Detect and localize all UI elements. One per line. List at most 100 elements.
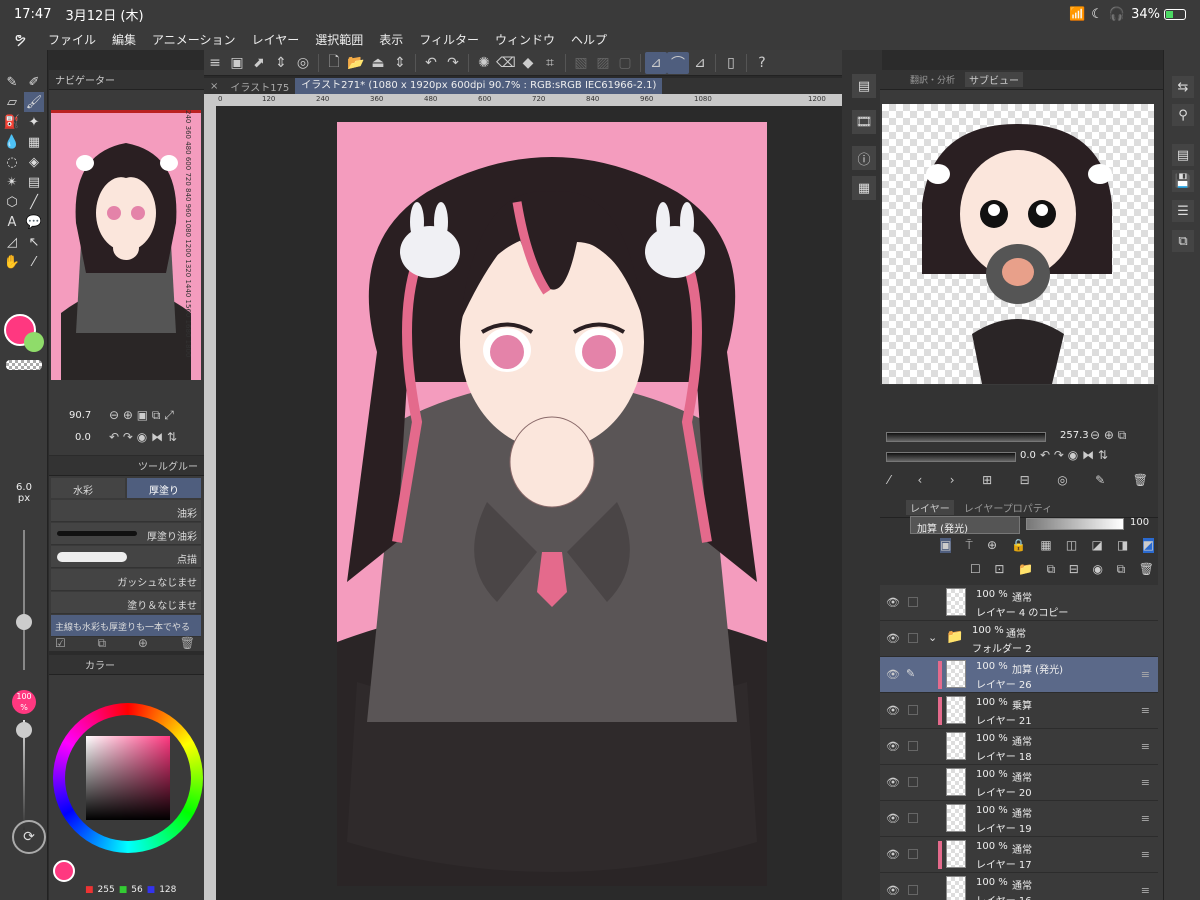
layer-menu-icon[interactable]: ≡ (1141, 668, 1150, 681)
info-icon[interactable]: ⓘ (852, 146, 876, 170)
save-stepper-icon[interactable]: ⇕ (389, 52, 411, 74)
subview-zoom-icons[interactable]: ⊖ ⊕ ⧉ (1090, 428, 1126, 443)
layer-menu-icon[interactable]: ≡ (1141, 884, 1150, 897)
clear-icon[interactable]: ⌫ (495, 52, 517, 74)
curve-snap-icon[interactable]: ⌒ (667, 51, 689, 74)
hand-icon[interactable]: ✋ (2, 252, 22, 272)
undo-icon[interactable]: ↶ (420, 52, 442, 74)
grid-icon[interactable]: ▦ (24, 132, 44, 152)
tab-close-icon[interactable]: × (204, 81, 224, 92)
layer-menu-icon[interactable]: ≡ (1141, 704, 1150, 717)
blend-mode-select[interactable]: 加算 (発光) (910, 516, 1020, 535)
layer-menu-icon[interactable]: ≡ (1141, 848, 1150, 861)
layer-row[interactable]: 👁100 %通常レイヤー 16≡ (880, 873, 1158, 900)
quick-access-icon[interactable]: ⟳ (12, 820, 46, 854)
eye-icon[interactable]: 👁 (886, 704, 900, 717)
zoom-icons[interactable]: ⊖ ⊕ ▣ ⧉ ⤢ (109, 408, 174, 423)
eye-icon[interactable]: 👁 (886, 848, 900, 861)
eyedropper-icon[interactable]: ⁄ (24, 252, 44, 272)
perspective-snap-icon[interactable]: ⊿ (689, 52, 711, 74)
wand-icon[interactable]: ✴ (2, 172, 22, 192)
deselect-icon[interactable]: ▧ (570, 52, 592, 74)
eye-icon[interactable]: 👁 (886, 884, 900, 897)
bucket-icon[interactable]: ◈ (24, 152, 44, 172)
menu-layer[interactable]: レイヤー (244, 31, 308, 48)
cube-icon[interactable]: ⬡ (2, 192, 22, 212)
color-current-swatch[interactable] (53, 860, 75, 882)
layer-opacity-slider[interactable] (1026, 518, 1124, 530)
canvas-tab-1[interactable]: イラスト175 (224, 79, 295, 94)
eye-icon[interactable]: 👁 (886, 776, 900, 789)
menu-selection[interactable]: 選択範囲 (307, 31, 371, 48)
tab-thick-paint[interactable]: 厚塗り (127, 478, 201, 498)
floppy-icon[interactable]: 💾 (1172, 170, 1194, 192)
brush-size-slider-track[interactable] (23, 530, 25, 670)
loading-icon[interactable]: ✺ (473, 52, 495, 74)
layer-panel-icon[interactable]: ▤ (852, 74, 876, 98)
eye-icon[interactable]: 👁 (886, 740, 900, 753)
new-file-icon[interactable]: 🗋 (323, 52, 345, 74)
brush-icon[interactable]: 🖌 (24, 92, 44, 112)
sparkle-icon[interactable]: ✦ (24, 112, 44, 132)
subview-nav-icons[interactable]: ⁄ ‹ › ⊞ ⊟ ◎ ✎ 🗑 (888, 473, 1148, 487)
pen-icon[interactable]: ✎ (2, 72, 22, 92)
menu-help[interactable]: ヘルプ (563, 31, 615, 48)
tab-analysis[interactable]: 翻訳・分析 (906, 73, 959, 86)
fill-icon[interactable]: ◆ (517, 52, 539, 74)
brush-size-slider-handle[interactable] (16, 614, 32, 630)
text-icon[interactable]: A (2, 212, 22, 232)
animation-icon[interactable]: 🎞 (852, 110, 876, 134)
subtool-actions[interactable]: ☑ ⧉ ⊕ 🗑 (55, 636, 195, 651)
hue-ring[interactable] (53, 703, 203, 853)
layer-action-icons[interactable]: ☐ ⊡ 📁 ⧉ ⊟ ◉ ⧉ 🗑 (970, 562, 1154, 577)
tab-subview[interactable]: サブビュー (965, 72, 1024, 87)
subview-angle-slider[interactable] (886, 452, 1016, 462)
tab-layer-property[interactable]: レイヤープロパティ (960, 500, 1057, 515)
line-icon[interactable]: ╱ (24, 192, 44, 212)
layer-menu-icon[interactable]: ≡ (1141, 812, 1150, 825)
menu-file[interactable]: ファイル (40, 31, 104, 48)
blend-icon[interactable]: 💧 (2, 132, 22, 152)
menu-view[interactable]: 表示 (371, 31, 411, 48)
tab-watercolor[interactable]: 水彩 (51, 478, 125, 498)
device-icon[interactable]: ▯ (720, 52, 742, 74)
hamburger-icon[interactable]: ≡ (204, 52, 226, 74)
eye-icon[interactable]: 👁 (886, 632, 900, 645)
frame-icon[interactable]: ◿ (2, 232, 22, 252)
rotate-icons[interactable]: ↶ ↷ ◉ ⧓ ⇅ (109, 430, 177, 444)
layer-row[interactable]: 👁 100 % 通常 レイヤー 19 ≡ (880, 801, 1158, 837)
menu-animation[interactable]: アニメーション (144, 31, 244, 48)
border-icon[interactable]: ▢ (614, 52, 636, 74)
tab-layer[interactable]: レイヤー (906, 500, 954, 515)
sub-color-swatch[interactable] (24, 332, 44, 352)
eye-icon[interactable]: 👁 (886, 596, 900, 609)
swap-icon[interactable]: ⇆ (1172, 76, 1194, 98)
brush-item[interactable]: 塗り＆なじませ (51, 592, 201, 614)
transform-icon[interactable]: ⌗ (539, 52, 561, 74)
subview-zoom-slider[interactable] (886, 432, 1046, 442)
open-folder-icon[interactable]: 📂 (345, 52, 367, 74)
folder-row[interactable]: 👁 ⌄ 📁 100 % 通常 フォルダー 2 (880, 621, 1158, 657)
canvas-tab-2[interactable]: イラスト271* (1080 x 1920px 600dpi 90.7% : R… (295, 78, 663, 94)
layer-menu-icon[interactable]: ≡ (1141, 776, 1150, 789)
layer-row[interactable]: 👁 100 % 通常 レイヤー 18 ≡ (880, 729, 1158, 765)
gradient-icon[interactable]: ▤ (24, 172, 44, 192)
layer-row[interactable]: 👁 100 % 通常 レイヤー 4 のコピー (880, 585, 1158, 621)
select-icon[interactable]: ↖ (24, 232, 44, 252)
eye-icon[interactable]: 👁 (886, 812, 900, 825)
layer-row[interactable]: 👁 100 % 通常 レイヤー 20 ≡ (880, 765, 1158, 801)
lasso-icon[interactable]: ◌ (2, 152, 22, 172)
transparent-color-swatch[interactable] (6, 360, 42, 370)
export-icon[interactable]: ⬈ (248, 52, 270, 74)
layer-menu-icon[interactable]: ≡ (1141, 740, 1150, 753)
airbrush-icon[interactable]: ⛽ (2, 112, 22, 132)
layer-row[interactable]: 👁 100 % 乗算 レイヤー 21 ≡ (880, 693, 1158, 729)
layer-option-icons[interactable]: ▣ ⍑ ⊕ 🔒 ▦ ◫ ◪ ◨ ◩ (940, 538, 1154, 553)
eraser-icon[interactable]: ▱ (2, 92, 22, 112)
invert-icon[interactable]: ▨ (592, 52, 614, 74)
layer-row-selected[interactable]: 👁 ✎ 100 % 加算 (発光) レイヤー 26 ≡ (880, 657, 1158, 693)
save-icon[interactable]: ⏏ (367, 52, 389, 74)
menu-edit[interactable]: 編集 (104, 31, 144, 48)
menu-window[interactable]: ウィンドウ (487, 31, 563, 48)
chevron-down-icon[interactable]: ⌄ (928, 631, 937, 644)
